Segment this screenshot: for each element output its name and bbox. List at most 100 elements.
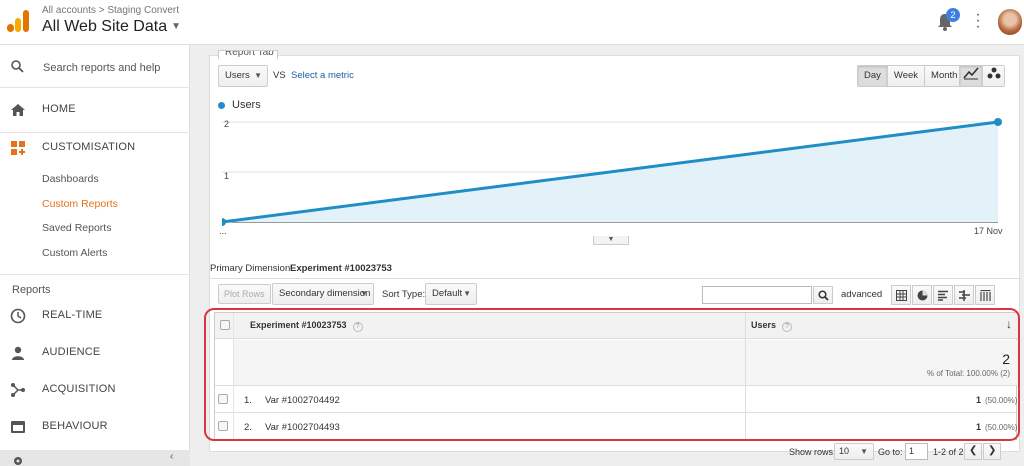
collapse-chevron-icon: ‹ — [170, 451, 174, 462]
primary-dimension-value[interactable]: Experiment #10023753 — [290, 263, 392, 274]
sort-type-select[interactable]: Default ▼ — [425, 283, 477, 305]
goto-label: Go to: — [878, 447, 903, 457]
clock-icon — [10, 308, 26, 324]
vs-label: VS — [273, 70, 286, 81]
prev-page-button[interactable]: ❮ — [964, 443, 982, 460]
comparison-view-button[interactable] — [954, 285, 974, 305]
account-breadcrumb[interactable]: All accounts > Staging Convert — [42, 5, 179, 16]
sidebar-item-home[interactable]: HOME — [0, 92, 190, 128]
show-rows-value: 10 — [839, 446, 850, 456]
sidebar-item-label: CUSTOMISATION — [42, 141, 136, 153]
month-button[interactable]: Month — [924, 66, 964, 86]
goto-input[interactable]: 1 — [905, 443, 928, 460]
x-tick-label: ... — [219, 226, 227, 236]
week-button[interactable]: Week — [886, 66, 925, 86]
chart-collapse-toggle[interactable]: ▼ — [593, 236, 629, 245]
top-bar: All accounts > Staging Convert All Web S… — [0, 0, 1024, 45]
pivot-icon — [980, 290, 991, 301]
granularity-group: Day Week Month — [857, 65, 965, 87]
dropdown-arrow-icon: ▼ — [360, 289, 368, 298]
data-view-button[interactable] — [891, 285, 911, 305]
sidebar-item-label: ACQUISITION — [42, 383, 116, 395]
pivot-view-button[interactable] — [975, 285, 995, 305]
advanced-link[interactable]: advanced — [841, 289, 882, 300]
dropdown-arrow-icon: ▼ — [254, 71, 262, 80]
property-selector[interactable]: All Web Site Data ▼ — [42, 18, 181, 36]
caret-down-icon: ▼ — [171, 21, 181, 32]
users-line-chart — [222, 118, 1002, 226]
pie-icon — [917, 290, 928, 301]
sidebar-item-customisation[interactable]: CUSTOMISATION — [0, 130, 190, 166]
next-page-button[interactable]: ❯ — [983, 443, 1001, 460]
sidebar-item-label: BEHAVIOUR — [42, 420, 108, 432]
home-icon — [11, 104, 25, 116]
secondary-dimension-value: Secondary dimension — [279, 288, 371, 299]
metric-select-value: Users — [225, 70, 250, 81]
reports-heading: Reports — [12, 284, 51, 296]
sidebar-admin-bar[interactable]: ‹ — [0, 450, 190, 466]
sidebar-item-custom-alerts[interactable]: Custom Alerts — [42, 247, 107, 259]
x-tick-label: 17 Nov — [974, 226, 1003, 236]
legend-users: Users — [232, 99, 261, 111]
avatar[interactable] — [998, 9, 1022, 35]
grid-icon — [896, 290, 907, 301]
metric-select[interactable]: Users ▼ — [218, 65, 268, 87]
search-icon — [818, 290, 829, 301]
sort-type-value: Default — [432, 288, 463, 299]
line-chart-button[interactable] — [960, 66, 982, 86]
sidebar-item-custom-reports[interactable]: Custom Reports — [42, 198, 118, 210]
day-button[interactable]: Day — [858, 66, 887, 86]
tab-report[interactable]: Report Tab — [218, 50, 278, 59]
sidebar-search[interactable]: Search reports and help — [0, 45, 190, 88]
chevron-right-icon: ❯ — [988, 445, 997, 456]
sidebar-item-real-time[interactable]: REAL-TIME — [0, 298, 190, 334]
plot-rows-button[interactable]: Plot Rows — [218, 284, 271, 304]
sidebar-item-label: HOME — [42, 103, 76, 115]
show-rows-label: Show rows: — [789, 447, 836, 457]
bars-icon — [938, 290, 948, 301]
data-point[interactable] — [222, 218, 226, 226]
table-search-button[interactable] — [813, 286, 833, 304]
pie-view-button[interactable] — [912, 285, 932, 305]
sidebar-item-label: AUDIENCE — [42, 346, 101, 358]
y-tick-label: 1 — [224, 171, 230, 181]
y-tick-label: 2 — [224, 119, 230, 129]
sidebar-item-saved-reports[interactable]: Saved Reports — [42, 222, 111, 234]
sidebar-item-label: REAL-TIME — [42, 309, 103, 321]
sidebar-item-acquisition[interactable]: ACQUISITION — [0, 372, 190, 408]
divider — [210, 278, 1021, 279]
dropdown-arrow-icon: ▼ — [860, 447, 868, 456]
person-icon — [12, 346, 24, 360]
line-chart-icon — [963, 67, 979, 80]
performance-view-button[interactable] — [933, 285, 953, 305]
pagination-range: 1-2 of 2 — [933, 447, 964, 457]
sidebar-item-dashboards[interactable]: Dashboards — [42, 173, 99, 185]
search-icon — [11, 60, 24, 73]
acquisition-icon — [11, 383, 25, 397]
sidebar-item-audience[interactable]: AUDIENCE — [0, 335, 190, 371]
secondary-dimension-select[interactable]: Secondary dimension ▼ — [272, 283, 374, 305]
search-placeholder: Search reports and help — [43, 62, 161, 74]
show-rows-select[interactable]: 10 ▼ — [834, 443, 874, 460]
more-vert-icon[interactable]: · · · — [974, 7, 982, 35]
notification-badge: 2 — [946, 8, 960, 22]
data-point[interactable] — [994, 118, 1002, 126]
sidebar-item-behaviour[interactable]: BEHAVIOUR — [0, 409, 190, 445]
analytics-logo-icon[interactable] — [7, 10, 29, 32]
sort-type-label: Sort Type: — [382, 289, 426, 300]
comparison-icon — [959, 290, 970, 301]
chart-type-group — [959, 65, 1005, 87]
legend-swatch — [218, 102, 225, 109]
divider — [0, 274, 190, 275]
bubble-chart-icon — [987, 67, 1001, 79]
chevron-left-icon: ❮ — [969, 445, 978, 456]
motion-chart-button[interactable] — [982, 66, 1004, 86]
primary-dimension-label: Primary Dimension: — [210, 263, 293, 274]
select-metric-link[interactable]: Select a metric — [291, 70, 354, 81]
gear-icon — [14, 457, 22, 465]
customisation-icon — [11, 141, 25, 155]
property-name: All Web Site Data — [42, 18, 168, 35]
behaviour-icon — [11, 421, 25, 433]
table-search-input[interactable] — [702, 286, 812, 304]
highlight-annotation — [204, 308, 1020, 441]
